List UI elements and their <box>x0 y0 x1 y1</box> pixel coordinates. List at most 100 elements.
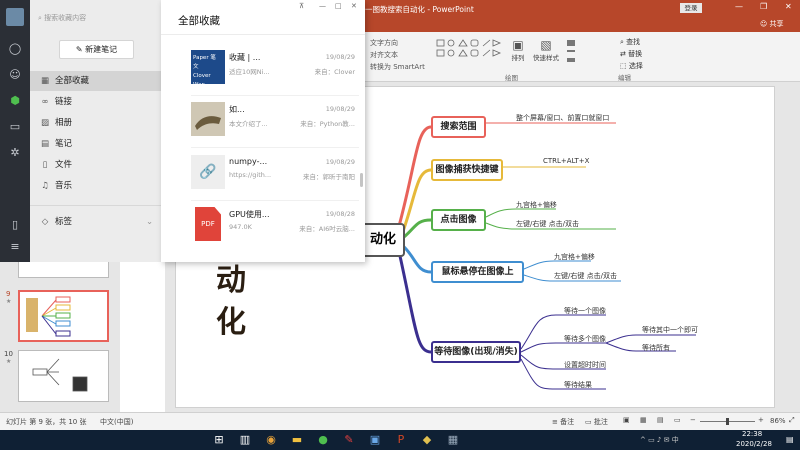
arrange-button[interactable]: ▣ 排列 <box>508 38 528 64</box>
fav-maximize-icon[interactable]: □ <box>335 2 342 10</box>
tray-icons[interactable]: ^ ▭ ♪ ✉ 中 <box>640 435 679 445</box>
node-hover[interactable]: 鼠标悬停在图像上 <box>431 261 524 283</box>
node-click[interactable]: 点击图像 <box>431 209 486 231</box>
zoom-slider-thumb[interactable] <box>726 418 729 425</box>
connector-hover <box>400 243 433 274</box>
search-box[interactable]: ⌕ 搜索收藏内容 <box>38 11 153 25</box>
nav-tags[interactable]: ◇ 标签 ⌄ <box>38 212 161 232</box>
quick-styles-button[interactable]: ▧ 快速样式 <box>532 38 560 64</box>
sorter-view-icon[interactable]: ▦ <box>640 416 647 424</box>
file-explorer-icon[interactable]: ▬ <box>288 431 306 449</box>
close-icon[interactable]: ✕ <box>785 2 792 11</box>
node-wait[interactable]: 等待图像(出现/消失) <box>431 341 521 363</box>
row-divider <box>191 147 359 148</box>
list-item[interactable]: PDF GPU使用... 19/08/28 947.0K 来自：AI6吋云脑..… <box>191 207 359 253</box>
find-button[interactable]: ⌕ 查找 <box>620 37 640 47</box>
folder-icon[interactable]: ▭ <box>8 120 22 134</box>
align-text-button[interactable]: 对齐文本 <box>370 50 398 60</box>
comments-label: 批注 <box>593 418 608 426</box>
avatar[interactable] <box>6 8 24 26</box>
app-icon-blue[interactable]: ▣ <box>366 431 384 449</box>
restore-icon[interactable]: ❐ <box>760 2 767 11</box>
app-icon-gray[interactable]: ▦ <box>444 431 462 449</box>
shapes-gallery[interactable] <box>435 38 503 66</box>
normal-view-icon[interactable]: ▣ <box>623 416 630 424</box>
item-title: 如... <box>229 105 245 114</box>
nav-notes[interactable]: ▤ 笔记 <box>38 134 161 154</box>
leaf-wait-one: 等待一个图像 <box>564 307 606 315</box>
replace-button[interactable]: ⇄ 替换 <box>620 49 642 59</box>
notes-label: 备注 <box>560 418 575 426</box>
node-hotkey[interactable]: 图像捕获快捷键 <box>431 159 503 181</box>
minimize-icon[interactable]: — <box>735 2 743 11</box>
clock-date[interactable]: 2020/2/28 <box>736 440 772 448</box>
wechat-icon[interactable]: ● <box>314 431 332 449</box>
powerpoint-icon[interactable]: P <box>392 431 410 449</box>
new-note-button[interactable]: ✎ 新建笔记 <box>59 40 134 59</box>
slide-thumb-10[interactable] <box>18 350 109 402</box>
find-label: 查找 <box>626 38 641 46</box>
chat-icon[interactable]: ◯ <box>8 42 22 56</box>
nav-links[interactable]: ∞ 链接 <box>38 92 161 112</box>
nav-music[interactable]: ♫ 音乐 <box>38 176 161 196</box>
note-icon: ▤ <box>40 139 50 149</box>
text-direction-button[interactable]: 文字方向 <box>370 38 398 48</box>
slide-title-char-2: 化 <box>216 305 246 340</box>
item-date: 19/08/29 <box>325 53 355 61</box>
comments-button[interactable]: ▭ 批注 <box>585 417 608 427</box>
nav-all-favorites[interactable]: ▦ 全部收藏 <box>30 71 161 91</box>
item-thumbnail <box>191 102 225 136</box>
zoom-in-icon[interactable]: + <box>758 416 764 424</box>
share-button[interactable]: ☺ 共享 <box>760 19 784 29</box>
app-icon-yellow[interactable]: ◆ <box>418 431 436 449</box>
leaf-result: 等待结果 <box>564 381 592 389</box>
clock-time[interactable]: 22:38 <box>742 430 762 438</box>
language-indicator[interactable]: 中文(中国) <box>100 417 133 427</box>
search-icon: ⌕ <box>38 14 42 22</box>
notes-button[interactable]: ≡ 备注 <box>552 417 574 427</box>
slideshow-icon[interactable]: ▭ <box>674 416 681 424</box>
chrome-icon[interactable]: ◉ <box>262 431 280 449</box>
task-view-icon[interactable]: ▥ <box>236 431 254 449</box>
list-item[interactable]: 🔗 numpy-... 19/08/29 https://gith... 来自：… <box>191 155 359 201</box>
list-item[interactable]: 如... 19/08/29 本文介绍了... 来自：Python教... <box>191 102 359 148</box>
nav-album[interactable]: ▨ 相册 <box>38 113 161 133</box>
item-date: 19/08/29 <box>325 105 355 113</box>
find-icon: ⌕ <box>620 38 624 46</box>
smartart-button[interactable]: 转换为 SmartArt <box>370 62 425 72</box>
scrollbar-thumb[interactable] <box>360 173 363 187</box>
list-item[interactable]: Paper 笔 文 Clover Wan 收藏 | ... 19/08/29 适… <box>191 50 359 96</box>
item-source: 来自：Python教... <box>300 120 355 128</box>
slide-thumb-9[interactable] <box>18 290 109 342</box>
item-description: 947.0K <box>229 223 252 231</box>
reading-view-icon[interactable]: ▤ <box>657 416 664 424</box>
login-button[interactable]: 登录 <box>680 3 702 13</box>
fit-slide-icon[interactable]: ⤢ <box>789 416 795 425</box>
shape-format-buttons[interactable] <box>565 38 605 66</box>
moments-icon[interactable]: ✲ <box>8 146 22 160</box>
leaf-wait-all: 等待所有 <box>642 344 670 352</box>
phone-icon[interactable]: ▯ <box>8 218 22 232</box>
windows-start-icon[interactable]: ⊞ <box>210 431 228 449</box>
zoom-level[interactable]: 86% <box>770 417 786 425</box>
zoom-out-icon[interactable]: − <box>690 416 696 424</box>
menu-icon[interactable]: ≡ <box>8 240 22 254</box>
notifications-icon[interactable]: ▤ <box>786 435 794 444</box>
favorites-icon[interactable]: ⬢ <box>8 94 22 108</box>
replace-label: 替换 <box>628 50 643 58</box>
leaf-hover-buttons: 左键/右键 点击/双击 <box>554 272 617 280</box>
nav-files-label: 文件 <box>55 160 73 170</box>
mindmap-root[interactable]: 动化 <box>361 223 405 257</box>
nav-files[interactable]: ▯ 文件 <box>38 155 161 175</box>
fav-close-icon[interactable]: ✕ <box>351 2 357 10</box>
node-search-range[interactable]: 搜索范围 <box>431 116 486 138</box>
search-input[interactable]: 搜索收藏内容 <box>44 14 86 22</box>
app-icon-red[interactable]: ✎ <box>340 431 358 449</box>
pin-icon[interactable]: ⊼ <box>299 2 304 10</box>
contacts-icon[interactable]: ☺ <box>8 68 22 82</box>
fav-minimize-icon[interactable]: — <box>319 2 326 10</box>
leaf-wait-any: 等待其中一个即可 <box>642 326 698 334</box>
item-description: 本文介绍了... <box>229 120 268 128</box>
status-bar: 幻灯片 第 9 张，共 10 张 中文(中国) ≡ 备注 ▭ 批注 ▣ ▦ ▤ … <box>0 412 800 430</box>
select-button[interactable]: ⬚ 选择 <box>620 61 643 71</box>
